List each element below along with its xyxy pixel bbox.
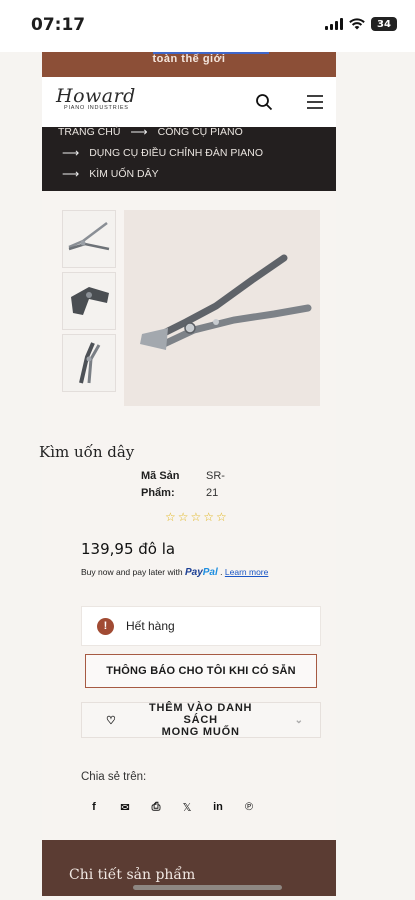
share-label: Chia sẻ trên:	[81, 771, 147, 783]
pliers-image	[79, 342, 101, 384]
stock-text: Hết hàng	[126, 619, 175, 633]
status-bar: 07:17 34	[0, 0, 415, 52]
logo[interactable]: Howard PIANO INDUSTRIES	[56, 85, 136, 111]
paypal-message: Buy now and pay later with PayPal . Lear…	[81, 567, 269, 578]
breadcrumb: TRANG CHỦ ⟶ CÔNG CỤ PIANO ⟶ DỤNG CỤ ĐIỀU…	[42, 125, 336, 191]
arrow-right-icon: ⟶	[62, 167, 80, 181]
product-price: 139,95 đô la	[81, 540, 176, 558]
linkedin-icon[interactable]: in	[212, 800, 224, 814]
wifi-icon	[349, 18, 365, 30]
pliers-image	[68, 222, 110, 251]
thumbnail-2[interactable]	[62, 272, 116, 330]
breadcrumb-current: KÌM UỐN DÂY	[89, 168, 159, 180]
notify-when-available-button[interactable]: THÔNG BÁO CHO TÔI KHI CÓ SẴN	[85, 654, 317, 688]
facebook-icon[interactable]: f	[88, 800, 100, 814]
stock-status: ! Hết hàng	[81, 606, 321, 646]
arrow-right-icon: ⟶	[62, 146, 80, 160]
arrow-right-icon: ⟶	[130, 125, 148, 139]
product-gallery	[42, 191, 336, 421]
announcement-bar: toàn thế giới	[42, 52, 336, 77]
site-header: Howard PIANO INDUSTRIES	[42, 77, 336, 127]
thumbnail-3[interactable]	[62, 334, 116, 392]
announcement-text: toàn thế giới	[152, 53, 226, 65]
home-indicator	[133, 885, 282, 890]
product-title: Kìm uốn dây	[39, 443, 135, 461]
print-icon[interactable]: ⎙	[150, 800, 162, 814]
sku-label: Mã Sản Phẩm:	[141, 470, 180, 499]
thumbnail-1[interactable]	[62, 210, 116, 268]
add-to-wishlist-button[interactable]: ♡ THÊM VÀO DANH SÁCH MONG MUỐN ⌄	[81, 702, 321, 738]
sku-value: SR- 21	[206, 470, 225, 499]
heart-icon: ♡	[106, 714, 117, 727]
alert-icon: !	[97, 617, 114, 635]
signal-icon	[325, 18, 343, 30]
logo-main: Howard	[56, 85, 136, 107]
x-icon[interactable]: 𝕏	[181, 800, 193, 814]
search-icon[interactable]	[255, 93, 273, 111]
hamburger-menu-icon[interactable]	[306, 93, 324, 111]
paypal-logo: PayPal	[184, 567, 218, 578]
breadcrumb-tuning-tools[interactable]: DỤNG CỤ ĐIỀU CHỈNH ĐÀN PIANO	[89, 147, 263, 159]
rating-stars[interactable]: ☆☆☆☆☆	[165, 510, 229, 524]
battery-icon: 34	[371, 17, 397, 31]
product-details-heading: Chi tiết sản phẩm	[69, 867, 196, 883]
breadcrumb-piano-tools[interactable]: CÔNG CỤ PIANO	[158, 126, 243, 138]
main-product-image[interactable]	[124, 210, 320, 406]
breadcrumb-home[interactable]: TRANG CHỦ	[58, 126, 120, 138]
email-icon[interactable]: ✉	[119, 800, 131, 814]
status-time: 07:17	[31, 15, 86, 35]
status-icons: 34	[325, 17, 397, 31]
pliers-image	[140, 254, 312, 350]
pliers-image	[71, 287, 109, 315]
pinterest-icon[interactable]: ℗	[243, 800, 255, 814]
share-icons: f ✉ ⎙ 𝕏 in ℗	[88, 800, 255, 814]
chevron-down-icon: ⌄	[294, 714, 304, 726]
logo-sub: PIANO INDUSTRIES	[64, 105, 129, 111]
paypal-learn-more-link[interactable]: Learn more	[225, 567, 268, 577]
